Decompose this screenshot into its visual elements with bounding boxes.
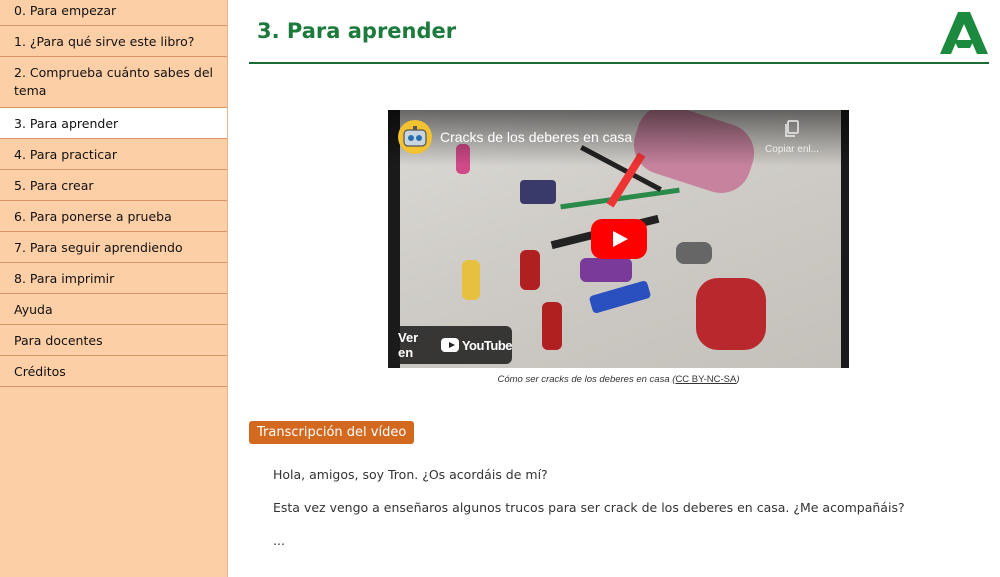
sidebar-item-ayuda[interactable]: Ayuda — [0, 294, 227, 325]
video-title[interactable]: Cracks de los deberes en casa — [440, 129, 632, 145]
transcript-toggle-button[interactable]: Transcripción del vídeo — [249, 421, 415, 444]
copy-icon — [785, 120, 799, 137]
title-divider — [249, 62, 989, 64]
license-link[interactable]: CC BY-NC-SA — [675, 374, 736, 385]
sidebar-item-seguir-aprendiendo[interactable]: 7. Para seguir aprendiendo — [0, 232, 227, 263]
copy-link-label: Copiar enl... — [765, 144, 819, 155]
sidebar-item-para-aprender[interactable]: 3. Para aprender — [0, 108, 227, 139]
transcript-paragraph: ... — [273, 533, 285, 548]
sidebar-item-para-practicar[interactable]: 4. Para practicar — [0, 139, 227, 170]
copy-link-button[interactable]: Copiar enl... — [757, 120, 827, 155]
channel-avatar-icon[interactable] — [398, 120, 432, 154]
transcript-paragraph: Esta vez vengo a enseñaros algunos truco… — [273, 500, 905, 515]
junta-andalucia-logo-icon — [940, 12, 988, 54]
video-caption: Cómo ser cracks de los deberes en casa (… — [497, 374, 740, 385]
youtube-logo-icon — [440, 338, 459, 352]
sidebar-item-para-empezar[interactable]: 0. Para empezar — [0, 0, 227, 26]
video-player[interactable]: Cracks de los deberes en casa Copiar enl… — [388, 110, 849, 368]
play-button[interactable] — [591, 219, 647, 259]
sidebar-item-ponerse-a-prueba[interactable]: 6. Para ponerse a prueba — [0, 201, 227, 232]
sidebar-item-para-imprimir[interactable]: 8. Para imprimir — [0, 263, 227, 294]
main-content: 3. Para aprender Cracks de los deberes e… — [228, 0, 1000, 577]
caption-text: Cómo ser cracks de los deberes en casa — [497, 374, 670, 385]
transcript-text: Hola, amigos, soy Tron. ¿Os acordáis de … — [273, 467, 973, 566]
sidebar-item-para-que-sirve[interactable]: 1. ¿Para qué sirve este libro? — [0, 26, 227, 57]
youtube-wordmark: YouTube — [461, 337, 513, 353]
sidebar-item-creditos[interactable]: Créditos — [0, 356, 227, 387]
sidebar-item-para-crear[interactable]: 5. Para crear — [0, 170, 227, 201]
sidebar-item-para-docentes[interactable]: Para docentes — [0, 325, 227, 356]
sidebar-item-comprueba[interactable]: 2. Comprueba cuánto sabes del tema — [0, 57, 227, 108]
watch-on-youtube-button[interactable]: Ver en YouTube — [388, 326, 513, 364]
transcript-paragraph: Hola, amigos, soy Tron. ¿Os acordáis de … — [273, 467, 548, 482]
watch-on-label: Ver en — [398, 330, 419, 360]
sidebar-nav: 0. Para empezar 1. ¿Para qué sirve este … — [0, 0, 228, 577]
page-title: 3. Para aprender — [257, 19, 457, 43]
